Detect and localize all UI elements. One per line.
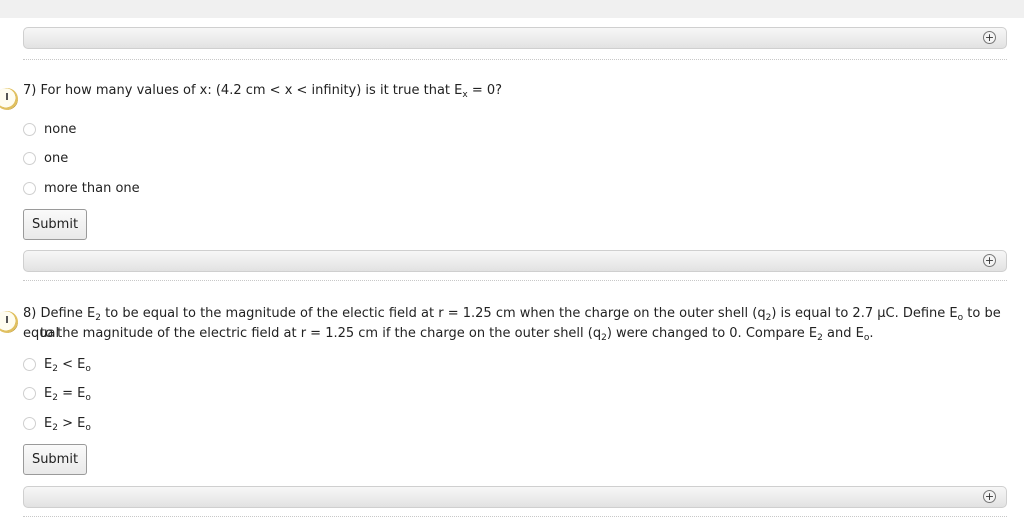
expand-plus-icon[interactable]: + <box>983 254 996 267</box>
clock-icon <box>0 88 18 110</box>
radio-button[interactable] <box>23 417 36 430</box>
collapsed-section-bar[interactable]: + <box>23 486 1007 508</box>
divider <box>23 516 1007 517</box>
expand-plus-icon[interactable]: + <box>983 490 996 503</box>
submit-button-q8[interactable]: Submit <box>23 444 87 475</box>
radio-button[interactable] <box>23 182 36 195</box>
submit-button-q7[interactable]: Submit <box>23 209 87 240</box>
clock-icon <box>0 311 18 333</box>
radio-button[interactable] <box>23 358 36 371</box>
question-7-text: 7) For how many values of x: (4.2 cm < x… <box>23 83 503 100</box>
divider <box>23 280 1007 281</box>
expand-plus-icon[interactable]: + <box>983 31 996 44</box>
radio-button[interactable] <box>23 152 36 165</box>
radio-button[interactable] <box>23 387 36 400</box>
top-band <box>0 0 1024 18</box>
collapsed-section-bar[interactable]: + <box>23 27 1007 49</box>
radio-button[interactable] <box>23 123 36 136</box>
question-8-line-2: to the magnitude of the electric field a… <box>40 326 874 343</box>
collapsed-section-bar[interactable]: + <box>23 250 1007 272</box>
divider <box>23 59 1007 60</box>
